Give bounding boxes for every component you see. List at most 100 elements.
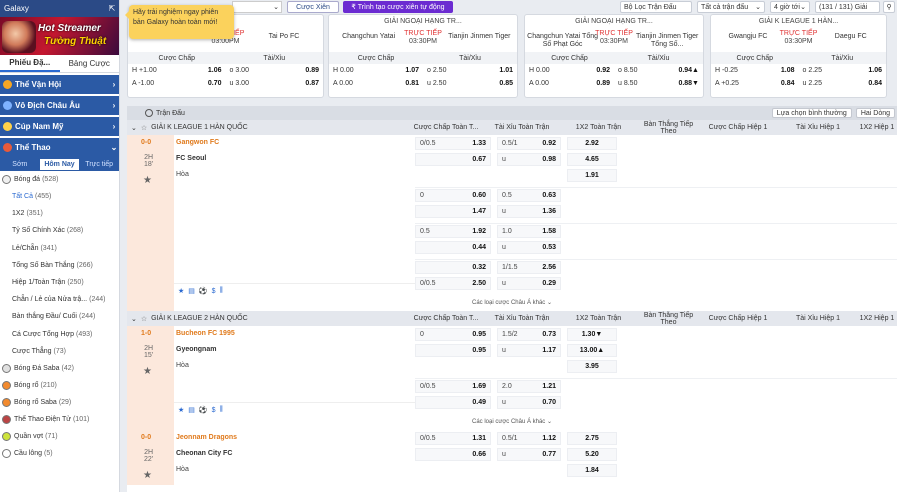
favorite-icon[interactable]: ★	[178, 287, 184, 295]
tab-today[interactable]: Hôm Nay	[39, 158, 80, 170]
odds-cell[interactable]: o 2.25 1.06	[799, 67, 887, 74]
collapse-icon[interactable]: ⇱	[105, 4, 119, 13]
match-result-odds[interactable]: 1.84	[567, 464, 617, 477]
match-result-odds[interactable]: 1.30▼	[567, 328, 617, 341]
sport-item[interactable]: Quần vợt (71)	[0, 428, 119, 445]
match-result-odds[interactable]: 2.92	[567, 137, 617, 150]
live-icon[interactable]: ⚽	[199, 406, 208, 414]
odds-cell[interactable]: H 0.00 0.92	[525, 67, 614, 74]
odds-cell[interactable]: u 2.50 0.85	[423, 80, 517, 87]
match-result-odds[interactable]: 13.00▲	[567, 344, 617, 357]
away-team[interactable]: Cheonan City FC	[176, 450, 232, 457]
favorite-star-icon[interactable]: ★	[143, 366, 152, 377]
home-team[interactable]: Gangwon FC	[176, 139, 219, 146]
match-result-odds[interactable]: 5.20	[567, 448, 617, 461]
odds-cell[interactable]: o 8.50 0.94▲	[614, 67, 703, 74]
market-item[interactable]: Cá Cược Tổng Hợp (493)	[0, 326, 119, 343]
over-under-odds[interactable]: 0.5 0.63	[497, 189, 561, 202]
tab-early[interactable]: Sớm	[0, 159, 40, 170]
match-result-odds[interactable]: 1.91	[567, 169, 617, 182]
market-item[interactable]: Chẵn / Lẻ của Nửa trậ... (244)	[0, 291, 119, 308]
featured-match-card[interactable]: GIẢI NGOẠI HẠNG TR... Changchun Yatai Tổn…	[524, 14, 704, 98]
sport-football[interactable]: Bóng đá (528)	[0, 171, 119, 188]
handicap-odds[interactable]: 0 0.95	[415, 328, 491, 341]
over-under-odds[interactable]: 0.5/1 0.92	[497, 137, 561, 150]
handicap-odds[interactable]: 0.95	[415, 344, 491, 357]
handicap-odds[interactable]: 0.32	[415, 261, 491, 274]
league-header[interactable]: ⌄ ☆ GIẢI K LEAGUE 2 HÀN QUỐC Cược Chấp Toàn…	[127, 311, 897, 326]
time-filter-dropdown[interactable]: 4 giờ tới ⌄	[770, 1, 810, 13]
over-under-odds[interactable]: 1.5/2 0.73	[497, 328, 561, 341]
handicap-odds[interactable]: 0.44	[415, 241, 491, 254]
home-team[interactable]: Jeonnam Dragons	[176, 434, 237, 441]
over-under-odds[interactable]: u 0.77	[497, 448, 561, 461]
handicap-odds[interactable]: 1.47	[415, 205, 491, 218]
league-count-dropdown[interactable]: (131 / 131) Giải	[815, 1, 880, 13]
away-team[interactable]: Gyeongnam	[176, 346, 216, 353]
star-icon[interactable]: ☆	[141, 315, 147, 323]
market-item[interactable]: Tất Cả (455)	[0, 188, 119, 205]
sport-item[interactable]: Bóng Đá Saba (42)	[0, 360, 119, 377]
category-copa[interactable]: Cúp Nam Mỹ ›	[0, 117, 119, 136]
sport-item[interactable]: Bóng rổ (210)	[0, 377, 119, 394]
featured-match-card[interactable]: GIẢI K LEAGUE 1 HÀN... Gwangju FC TRỰC TIẾ…	[710, 14, 887, 98]
odds-cell[interactable]: o 2.50 1.01	[423, 67, 517, 74]
odds-cell[interactable]: u 8.50 0.88▼	[614, 80, 703, 87]
odds-cell[interactable]: u 2.25 0.84	[799, 80, 887, 87]
over-under-odds[interactable]: 0.5/1 1.12	[497, 432, 561, 445]
cashout-icon[interactable]: $	[212, 288, 216, 295]
over-under-odds[interactable]: 1/1.5 2.56	[497, 261, 561, 274]
chart-icon[interactable]: ⫼	[220, 406, 223, 414]
parlay-button[interactable]: Cược Xiên	[287, 1, 339, 13]
promo-banner[interactable]: Hot Streamer Tường Thuật	[0, 17, 119, 55]
match-result-odds[interactable]: 4.65	[567, 153, 617, 166]
match-result-odds[interactable]: 2.75	[567, 432, 617, 445]
handicap-odds[interactable]: 0/0.5 2.50	[415, 277, 491, 290]
sort-dropdown[interactable]: Lựa chọn bình thường	[771, 108, 852, 118]
more-asian-markets-link[interactable]: Các loại cược Châu Á khác ⌄	[127, 297, 897, 310]
handicap-odds[interactable]: 0.49	[415, 396, 491, 409]
market-item[interactable]: Lẻ/Chẵn (341)	[0, 240, 119, 257]
search-input[interactable]: ⌄	[232, 1, 282, 13]
all-matches-dropdown[interactable]: Tất cả trận đấu ⌄	[697, 1, 765, 13]
market-item[interactable]: 1X2 (351)	[0, 205, 119, 222]
over-under-odds[interactable]: u 0.29	[497, 277, 561, 290]
odds-cell[interactable]: A 0.00 0.89	[525, 80, 614, 87]
odds-cell[interactable]: o 3.00 0.89	[226, 67, 324, 74]
stats-icon[interactable]: ▤	[188, 406, 195, 414]
sport-item[interactable]: Bóng rổ Saba (29)	[0, 394, 119, 411]
over-under-odds[interactable]: 2.0 1.21	[497, 380, 561, 393]
auto-parlay-builder-button[interactable]: ₹ Trình tạo cược xiên tự động	[343, 1, 453, 13]
home-team[interactable]: Bucheon FC 1995	[176, 330, 235, 337]
league-header[interactable]: ⌄ ☆ GIẢI K LEAGUE 1 HÀN QUỐC Cược Chấp Toàn…	[127, 120, 897, 135]
match-result-odds[interactable]: 3.95	[567, 360, 617, 373]
market-item[interactable]: Tỷ Số Chính Xác (268)	[0, 222, 119, 239]
handicap-odds[interactable]: 0.66	[415, 448, 491, 461]
odds-cell[interactable]: A -1.00 0.70	[128, 80, 226, 87]
handicap-odds[interactable]: 0/0.5 1.33	[415, 137, 491, 150]
market-item[interactable]: Bàn thắng Đầu/ Cuối (244)	[0, 308, 119, 325]
over-under-odds[interactable]: u 0.53	[497, 241, 561, 254]
featured-match-card[interactable]: GIẢI NGOẠI HẠNG TR... Changchun Yatai TRỰC…	[328, 14, 518, 98]
odds-cell[interactable]: H -0.25 1.08	[711, 67, 799, 74]
odds-cell[interactable]: H +1.00 1.06	[128, 67, 226, 74]
sport-item[interactable]: Thể Thao Điện Tử (101)	[0, 411, 119, 428]
favorite-star-icon[interactable]: ★	[143, 175, 152, 186]
tab-betslip[interactable]: Phiếu Đặ...	[0, 55, 60, 72]
handicap-odds[interactable]: 0/0.5 1.31	[415, 432, 491, 445]
odds-cell[interactable]: H 0.00 1.07	[329, 67, 423, 74]
away-team[interactable]: FC Seoul	[176, 155, 206, 162]
more-filter-icon[interactable]: ⚲	[883, 1, 895, 13]
live-icon[interactable]: ⚽	[199, 287, 208, 295]
over-under-odds[interactable]: u 1.36	[497, 205, 561, 218]
category-sports[interactable]: Thể Thao ⌄	[0, 138, 119, 157]
odds-cell[interactable]: A +0.25 0.84	[711, 80, 799, 87]
sport-item[interactable]: Cầu lông (5)	[0, 445, 119, 462]
favorite-star-icon[interactable]: ★	[143, 470, 152, 481]
more-asian-markets-link[interactable]: Các loại cược Châu Á khác ⌄	[127, 416, 897, 429]
category-euro[interactable]: Vô Địch Châu Âu ›	[0, 96, 119, 115]
over-under-odds[interactable]: u 0.98	[497, 153, 561, 166]
market-item[interactable]: Cược Thẳng (73)	[0, 343, 119, 360]
chart-icon[interactable]: ⫼	[220, 287, 223, 295]
over-under-odds[interactable]: 1.0 1.58	[497, 225, 561, 238]
